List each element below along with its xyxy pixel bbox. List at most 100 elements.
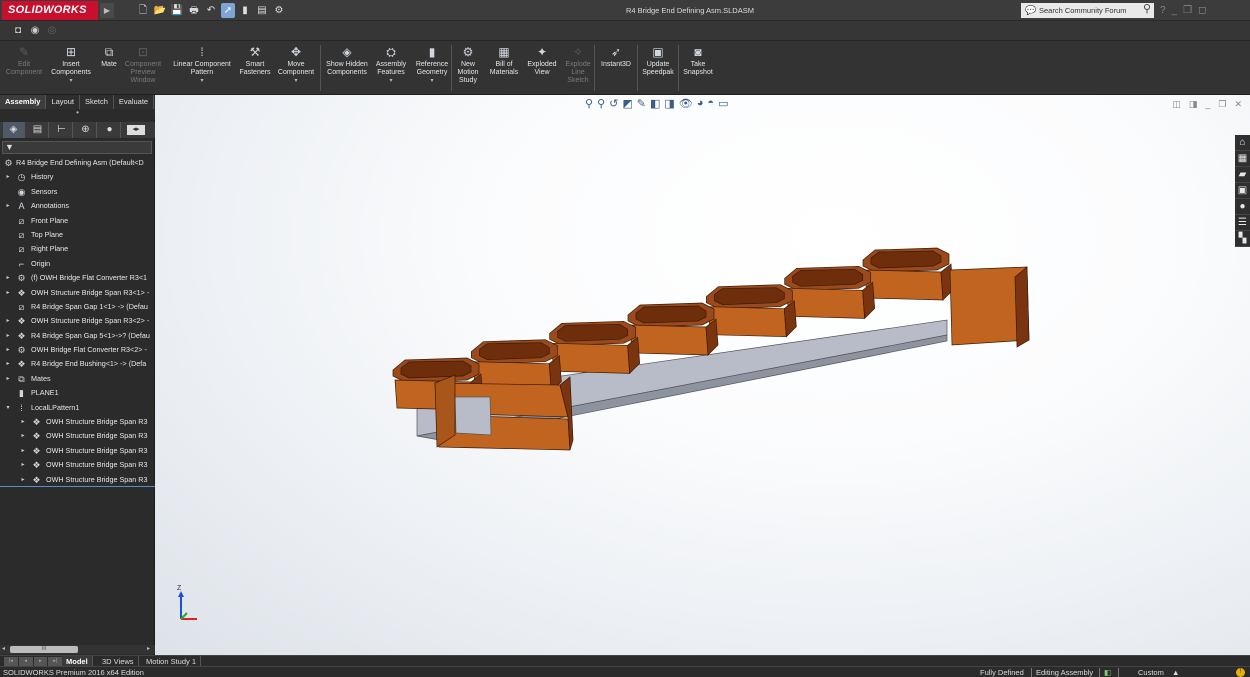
help-icon[interactable]: ? (1160, 3, 1166, 18)
expand-arrow-icon[interactable]: ▸ (4, 372, 12, 386)
maximize-icon[interactable]: ◻ (1198, 3, 1206, 18)
tab-sketch[interactable]: Sketch (79, 95, 114, 109)
insert-components-button[interactable]: ⊞ Insert Components ▾ (48, 43, 94, 93)
save-icon[interactable]: 💾 (170, 3, 184, 18)
minimize-icon[interactable]: _ (1172, 3, 1178, 18)
collapse-arrow-icon[interactable]: ▾ (4, 401, 12, 415)
configuration-manager-tab-icon[interactable]: ⊢ (51, 122, 73, 138)
expand-arrow-icon[interactable]: ▸ (4, 271, 12, 285)
camera-icon[interactable]: ◘ (11, 24, 25, 38)
new-motion-study-button[interactable]: ⚙ New Motion Study (453, 43, 483, 93)
dropdown-arrow-icon[interactable]: ▾ (274, 77, 318, 85)
smart-fasteners-button[interactable]: ⚒ Smart Fasteners (238, 43, 272, 93)
mate-button[interactable]: ⧉ Mate (98, 43, 120, 93)
tab-evaluate[interactable]: Evaluate (113, 95, 155, 109)
open-document-icon[interactable]: 📂 (153, 3, 167, 18)
graphics-viewport[interactable]: ⚲ ⚲ ↺ ◩ ✎ ◧ ◨ 👁 ◕ ◓ ▭ ◫ ◨ _ ❐ ✕ ⌂ ▦ ▰ ▣ … (155, 95, 1250, 655)
take-snapshot-button[interactable]: ◙ Take Snapshot (680, 43, 716, 93)
dropdown-arrow-icon[interactable]: ▾ (372, 77, 410, 85)
expand-arrow-icon[interactable]: ▸ (4, 286, 12, 300)
tree-node[interactable]: ▸ ⧉ Mates (0, 372, 155, 386)
expand-arrow-icon[interactable]: ▸ (4, 314, 12, 328)
expand-arrow-icon[interactable]: ▸ (19, 458, 27, 472)
move-component-button[interactable]: ✥ Move Component ▾ (274, 43, 318, 93)
search-icon[interactable]: ⚲ (1143, 2, 1151, 17)
bill-of-materials-button[interactable]: ▦ Bill of Materials (485, 43, 523, 93)
expand-arrow-icon[interactable]: ▸ (19, 429, 27, 443)
scroll-right-icon[interactable]: ▸ (147, 645, 150, 654)
reference-geometry-button[interactable]: ▮ Reference Geometry ▾ (412, 43, 452, 93)
tree-node[interactable]: ▸ ❖ R4 Bridge Span Gap 5<1>->? (Defau (0, 329, 155, 343)
warning-icon[interactable]: ! (1236, 668, 1245, 677)
file-properties-icon[interactable]: ▤ (255, 3, 269, 18)
options-gear-icon[interactable]: ⚙ (272, 3, 286, 18)
linear-component-pattern-button[interactable]: ⁞ Linear Component Pattern ▾ (168, 43, 236, 93)
first-tab-icon[interactable]: |◂ (4, 657, 18, 666)
prev-tab-icon[interactable]: ◂ (18, 657, 33, 666)
tree-node[interactable]: ⧄ Right Plane (0, 242, 155, 256)
print-icon[interactable]: 🖶 (187, 3, 201, 18)
tree-node[interactable]: ▸ ❖ R4 Bridge End Bushing<1> -> (Defa (0, 357, 155, 371)
update-speedpak-button[interactable]: ▣ Update Speedpak (639, 43, 677, 93)
tree-node[interactable]: ⧄ Front Plane (0, 214, 155, 228)
property-manager-tab-icon[interactable]: ▤ (27, 122, 49, 138)
tree-node[interactable]: ▸ ⚙ OWH Bridge Flat Converter R3<2> - (0, 343, 155, 357)
tree-node[interactable]: ▮ PLANE1 (0, 386, 155, 400)
solidworks-logo[interactable]: SOLIDWORKS (2, 1, 98, 20)
expand-arrow-icon[interactable]: ▸ (4, 329, 12, 343)
exploded-view-button[interactable]: ✦ Exploded View (523, 43, 561, 93)
tree-node[interactable]: ▸ ❖ OWH Structure Bridge Span R3 (0, 473, 155, 487)
menu-expand-arrow-icon[interactable]: ▶ (100, 3, 114, 18)
tree-node[interactable]: ▸ ❖ OWH Structure Bridge Span R3 (0, 429, 155, 443)
next-tab-icon[interactable]: ▸ (33, 657, 48, 666)
tab-assembly[interactable]: Assembly (0, 95, 47, 109)
tree-node[interactable]: ▸ ◷ History (0, 170, 155, 184)
restore-icon[interactable]: ❐ (1183, 3, 1192, 18)
tree-node[interactable]: ▸ ❖ OWH Structure Bridge Span R3 (0, 444, 155, 458)
units-selector[interactable]: Custom (1138, 667, 1164, 677)
expand-arrow-icon[interactable]: ▸ (19, 415, 27, 429)
scroll-thumb[interactable]: III (10, 646, 78, 653)
show-hidden-components-button[interactable]: ◈ Show Hidden Components (323, 43, 371, 93)
expand-arrow-icon[interactable]: ▸ (4, 343, 12, 357)
new-document-icon[interactable]: 🗋 (136, 3, 150, 18)
dimxpert-tab-icon[interactable]: ⊕ (75, 122, 97, 138)
tab-scroll-arrows-icon[interactable]: ◂▸ (127, 125, 145, 135)
expand-arrow-icon[interactable]: ▸ (19, 473, 27, 486)
rebuild-icon[interactable]: ▮ (238, 3, 252, 18)
dropdown-arrow-icon[interactable]: ▾ (168, 77, 236, 85)
units-arrow-icon[interactable]: ▲ (1172, 667, 1179, 677)
feature-manager-tab-icon[interactable]: ◈ (3, 122, 25, 138)
display-manager-tab-icon[interactable]: ● (99, 122, 121, 138)
tab-layout[interactable]: Layout (46, 95, 80, 109)
expand-arrow-icon[interactable]: ▸ (4, 199, 12, 213)
panel-collapse-handle[interactable]: • (0, 109, 155, 119)
assembly-features-button[interactable]: ⛭ Assembly Features ▾ (372, 43, 410, 93)
horizontal-scrollbar[interactable]: ◂ III ▸ (0, 645, 155, 654)
tree-node[interactable]: ▸ A Annotations (0, 199, 155, 213)
component-icon[interactable]: ◉ (28, 24, 42, 38)
tree-node[interactable]: ◉ Sensors (0, 185, 155, 199)
expand-arrow-icon[interactable]: ▸ (19, 444, 27, 458)
tree-node[interactable]: ▸ ❖ OWH Structure Bridge Span R3<1> - (0, 286, 155, 300)
expand-arrow-icon[interactable]: ▸ (4, 170, 12, 184)
tree-node[interactable]: ▾ ⁞ LocalLPattern1 (0, 401, 155, 415)
scroll-left-icon[interactable]: ◂ (2, 645, 5, 654)
dropdown-arrow-icon[interactable]: ▾ (48, 77, 94, 85)
bridge-assembly-model[interactable] (155, 95, 1250, 655)
tree-node[interactable]: ▸ ❖ OWH Structure Bridge Span R3 (0, 458, 155, 472)
tree-node[interactable]: ▸ ⚙ (f) OWH Bridge Flat Converter R3<1 (0, 271, 155, 285)
rebuild-status-icon[interactable]: ◧ (1104, 667, 1111, 677)
expand-arrow-icon[interactable]: ▸ (4, 357, 12, 371)
undo-icon[interactable]: ↶ (204, 3, 218, 18)
tree-node[interactable]: ▸ ❖ OWH Structure Bridge Span R3<2> - (0, 314, 155, 328)
instant3d-button[interactable]: ➶ Instant3D (596, 43, 636, 93)
tree-node[interactable]: ⧄ R4 Bridge Span Gap 1<1> -> (Defau (0, 300, 155, 314)
last-tab-icon[interactable]: ▸| (48, 657, 62, 666)
search-community-box[interactable]: 💬 Search Community Forum ⚲ (1021, 3, 1154, 18)
select-arrow-icon[interactable]: ➚ (221, 3, 235, 18)
tree-filter-input[interactable]: ▼ (2, 141, 152, 154)
tree-root[interactable]: ⚙ R4 Bridge End Defining Asm (Default<D (0, 156, 155, 170)
tree-node[interactable]: ⌐ Origin (0, 257, 155, 271)
dropdown-arrow-icon[interactable]: ▾ (412, 77, 452, 85)
